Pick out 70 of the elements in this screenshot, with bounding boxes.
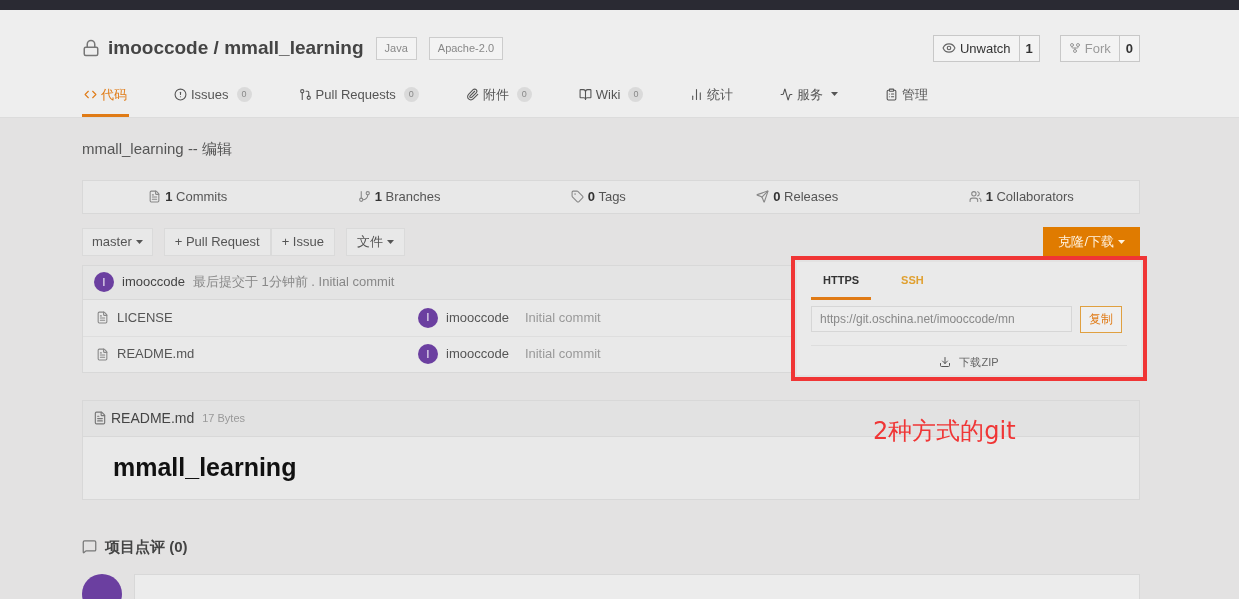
file-commit-message: Initial commit (524, 345, 601, 364)
tab-icon (465, 87, 479, 101)
annotation-text: 2种方式的git (873, 416, 1016, 447)
page-subtitle: mmall_learning -- 编辑 (82, 139, 233, 159)
repo-tag: Apache-2.0 (428, 37, 504, 60)
fork-count: 0 (1118, 35, 1139, 61)
stat-icon (968, 190, 982, 203)
fork-label: Fork (1084, 39, 1111, 58)
file-dropdown[interactable]: 文件 (345, 227, 405, 256)
download-zip-link[interactable]: 下载ZIP (959, 353, 999, 370)
tab-count: 0 (236, 86, 252, 102)
stat-link[interactable]: 0 Tags (570, 186, 626, 207)
watch-count: 1 (1018, 35, 1039, 61)
file-icon (93, 411, 107, 425)
tab-icon (780, 87, 794, 101)
unwatch-label: Unwatch (959, 39, 1011, 58)
repo-tab[interactable]: 统计 (688, 80, 736, 117)
stat-icon (148, 190, 162, 203)
stat-icon (756, 190, 770, 203)
branch-dropdown[interactable]: master (82, 227, 153, 256)
repo-tab[interactable]: 附件 0 (463, 80, 534, 117)
fork-icon (1068, 42, 1081, 55)
lock-icon (82, 39, 100, 58)
tab-icon (578, 87, 592, 101)
repo-tab[interactable]: Pull Requests 0 (296, 80, 421, 117)
stat-link[interactable]: 1 Commits (148, 186, 228, 207)
commit-author[interactable]: imooccode (122, 272, 185, 292)
eye-icon (941, 41, 956, 56)
file-icon (96, 347, 109, 361)
download-icon (939, 355, 952, 368)
avatar: I (94, 272, 114, 292)
file-icon (96, 311, 109, 324)
comments-title: 项目点评 (0) (105, 536, 188, 557)
stat-icon (570, 190, 584, 203)
stat-link[interactable]: 1 Branches (357, 186, 441, 207)
repo-tab[interactable]: 服务 (778, 80, 841, 117)
file-commit-message: Initial commit (524, 308, 601, 327)
tab-icon (174, 87, 187, 101)
repo-title[interactable]: imooccode / mmall_learning (108, 34, 364, 63)
protocol-tab[interactable]: HTTPS (811, 272, 872, 300)
file-commit-author[interactable]: imooccode (446, 344, 509, 364)
tab-icon (690, 87, 704, 101)
stat-link[interactable]: 1 Collaborators (968, 186, 1074, 207)
toolbar-action-button[interactable]: + Issue (270, 227, 335, 256)
file-name[interactable]: README.md (117, 344, 195, 364)
readme-size: 17 Bytes (202, 410, 246, 426)
tab-count: 0 (516, 86, 532, 102)
tab-icon (885, 87, 899, 101)
file-name[interactable]: LICENSE (117, 307, 173, 328)
stat-link[interactable]: 0 Releases (756, 186, 839, 207)
repo-tag: Java (375, 37, 417, 60)
tab-count: 0 (628, 86, 644, 102)
file-commit-author[interactable]: imooccode (446, 307, 509, 328)
stat-icon (357, 190, 371, 203)
tab-count: 0 (403, 86, 419, 102)
avatar: I (418, 344, 438, 364)
comment-icon (82, 539, 97, 555)
repo-tab[interactable]: Issues 0 (172, 80, 254, 117)
unwatch-button[interactable]: Unwatch 1 (932, 34, 1040, 62)
caret-icon (386, 239, 394, 244)
readme-filename: README.md (111, 408, 195, 428)
commit-summary: 最后提交于 1分钟前 . Initial commit (192, 273, 395, 292)
repo-tab[interactable]: Wiki 0 (576, 80, 646, 117)
repo-tab[interactable]: 管理 (883, 80, 931, 117)
tab-icon (298, 87, 312, 101)
readme-heading: mmall_learning (113, 451, 297, 483)
caret-icon (135, 239, 143, 244)
avatar: I (418, 307, 438, 328)
toolbar-action-button[interactable]: + Pull Request (163, 227, 271, 256)
caret-icon (1118, 239, 1125, 244)
